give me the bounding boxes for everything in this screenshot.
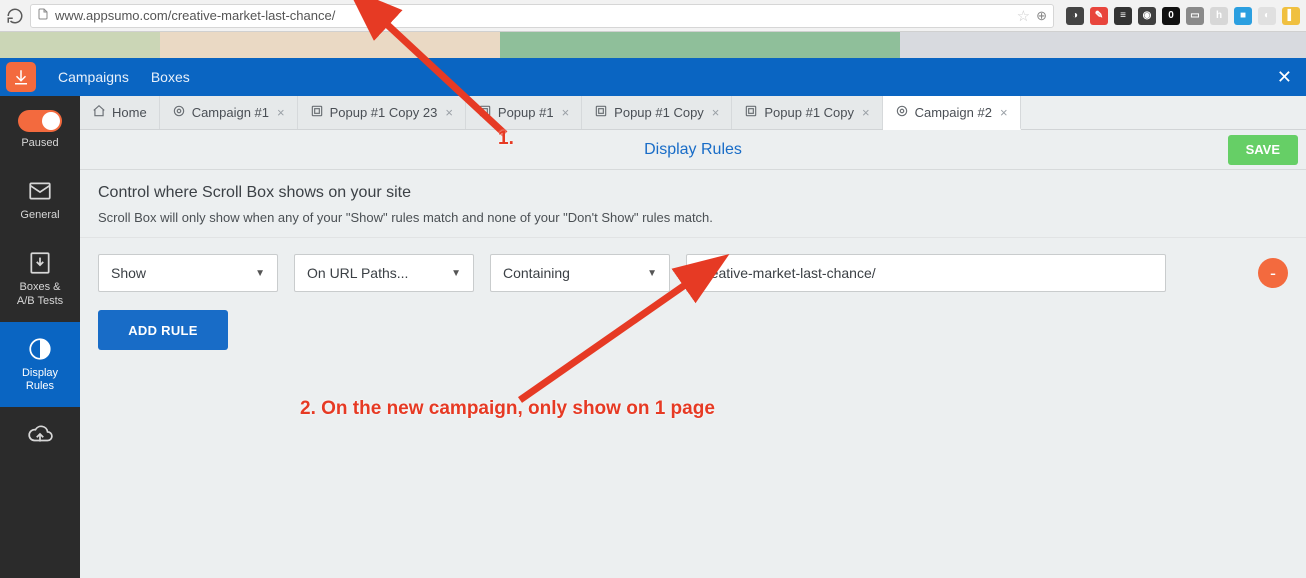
ext-h-icon[interactable]: h — [1210, 7, 1228, 25]
caret-icon: ▼ — [451, 268, 461, 279]
nav-campaigns[interactable]: Campaigns — [58, 69, 129, 85]
pause-toggle[interactable] — [18, 110, 62, 132]
target-icon — [172, 104, 186, 121]
popup-icon — [310, 104, 324, 121]
popup-icon — [744, 104, 758, 121]
app-topbar: Campaigns Boxes ✕ — [0, 58, 1306, 96]
tab-popup-1-copy-23[interactable]: Popup #1 Copy 23 × — [298, 96, 466, 129]
ext-tool-icon[interactable]: ✎ — [1090, 7, 1108, 25]
tab-close-icon[interactable]: × — [710, 105, 720, 120]
ext-flag-icon[interactable]: ▌ — [1282, 7, 1300, 25]
desc-body: Scroll Box will only show when any of yo… — [98, 210, 1288, 225]
page-icon — [37, 8, 49, 23]
app-logo[interactable] — [6, 62, 36, 92]
ext-cast-icon[interactable]: ▭ — [1186, 7, 1204, 25]
envelope-icon — [27, 178, 53, 204]
tab-label: Popup #1 Copy — [614, 105, 704, 120]
tab-home[interactable]: Home — [80, 96, 160, 129]
cloud-upload-icon — [27, 421, 53, 447]
target-icon — [895, 104, 909, 121]
tab-campaign-2[interactable]: Campaign #2 × — [883, 96, 1021, 130]
tab-close-icon[interactable]: × — [860, 105, 870, 120]
rule-action-select[interactable]: Show ▼ — [98, 254, 278, 292]
browser-chrome: www.appsumo.com/creative-market-last-cha… — [0, 0, 1306, 32]
desc-title: Control where Scroll Box shows on your s… — [98, 184, 1288, 202]
caret-icon: ▼ — [647, 268, 657, 279]
remove-rule-button[interactable]: - — [1258, 258, 1288, 288]
ext-op-icon[interactable]: 0 — [1162, 7, 1180, 25]
popup-icon — [478, 104, 492, 121]
ext-buffer-icon[interactable]: ≡ — [1114, 7, 1132, 25]
download-box-icon — [27, 250, 53, 276]
ext-globe-icon[interactable]: ◐ — [1258, 7, 1276, 25]
tab-campaign-1[interactable]: Campaign #1 × — [160, 96, 298, 129]
ext-blue-icon[interactable]: ■ — [1234, 7, 1252, 25]
tab-popup-1-copy[interactable]: Popup #1 Copy × — [732, 96, 882, 129]
tab-strip: HomeCampaign #1×Popup #1 Copy 23×Popup #… — [80, 96, 1306, 130]
tab-label: Campaign #2 — [915, 105, 992, 120]
rule-row: Show ▼ On URL Paths... ▼ Containing ▼ - — [98, 254, 1288, 292]
save-button[interactable]: SAVE — [1228, 135, 1298, 165]
sidebar-item-display-rules[interactable]: Display Rules — [0, 322, 80, 407]
ext-pocket-icon[interactable]: ◑ — [1066, 7, 1084, 25]
half-circle-icon — [27, 336, 53, 362]
reload-icon[interactable] — [6, 7, 24, 25]
sidebar: Paused General Boxes & A/B Tests Display… — [0, 96, 80, 578]
sidebar-item-general[interactable]: General — [0, 164, 80, 236]
home-icon — [92, 104, 106, 121]
popup-icon — [594, 104, 608, 121]
star-icon[interactable]: ☆ — [1017, 7, 1030, 25]
ext-circle-icon[interactable]: ◉ — [1138, 7, 1156, 25]
rule-path-value: On URL Paths... — [307, 265, 408, 281]
sidebar-item-boxes[interactable]: Boxes & A/B Tests — [0, 236, 80, 321]
tab-label: Popup #1 Copy — [764, 105, 854, 120]
annotation-label-2: 2. On the new campaign, only show on 1 p… — [300, 398, 715, 420]
page-header: Display Rules SAVE — [80, 130, 1306, 170]
url-text: www.appsumo.com/creative-market-last-cha… — [55, 8, 1011, 23]
annotation-label-1: 1. — [498, 128, 514, 150]
sidebar-label-paused: Paused — [21, 137, 58, 150]
page-title: Display Rules — [644, 141, 742, 159]
rule-match-value: Containing — [503, 265, 570, 281]
sidebar-label-display: Display Rules — [22, 367, 58, 393]
tab-popup-1-copy[interactable]: Popup #1 Copy × — [582, 96, 732, 129]
close-icon[interactable]: ✕ — [1263, 67, 1306, 88]
tab-label: Home — [112, 105, 147, 120]
sidebar-label-boxes: Boxes & A/B Tests — [17, 281, 63, 307]
address-bar[interactable]: www.appsumo.com/creative-market-last-cha… — [30, 4, 1054, 28]
tab-close-icon[interactable]: × — [998, 105, 1008, 120]
tab-label: Popup #1 Copy 23 — [330, 105, 438, 120]
rule-path-select[interactable]: On URL Paths... ▼ — [294, 254, 474, 292]
rules-area: Show ▼ On URL Paths... ▼ Containing ▼ - … — [80, 238, 1306, 366]
nav-boxes[interactable]: Boxes — [151, 69, 190, 85]
sidebar-item-cloud[interactable] — [0, 407, 80, 461]
main-column: HomeCampaign #1×Popup #1 Copy 23×Popup #… — [80, 96, 1306, 578]
tab-close-icon[interactable]: × — [275, 105, 285, 120]
tab-close-icon[interactable]: × — [443, 105, 453, 120]
caret-icon: ▼ — [255, 268, 265, 279]
tab-label: Campaign #1 — [192, 105, 269, 120]
tab-label: Popup #1 — [498, 105, 554, 120]
app-overlay: Campaigns Boxes ✕ Paused General Boxes &… — [0, 58, 1306, 578]
extension-icons: ◑ ✎ ≡ ◉ 0 ▭ h ■ ◐ ▌ — [1060, 7, 1300, 25]
page-background-strip — [0, 32, 1306, 58]
description-panel: Control where Scroll Box shows on your s… — [80, 170, 1306, 238]
add-rule-button[interactable]: ADD RULE — [98, 310, 228, 350]
zoom-icon[interactable]: ⊕ — [1036, 8, 1047, 24]
sidebar-item-paused[interactable]: Paused — [0, 96, 80, 164]
rule-value-input[interactable] — [686, 254, 1166, 292]
rule-match-select[interactable]: Containing ▼ — [490, 254, 670, 292]
tab-close-icon[interactable]: × — [560, 105, 570, 120]
tab-popup-1[interactable]: Popup #1 × — [466, 96, 582, 129]
rule-action-value: Show — [111, 265, 146, 281]
sidebar-label-general: General — [20, 209, 59, 222]
